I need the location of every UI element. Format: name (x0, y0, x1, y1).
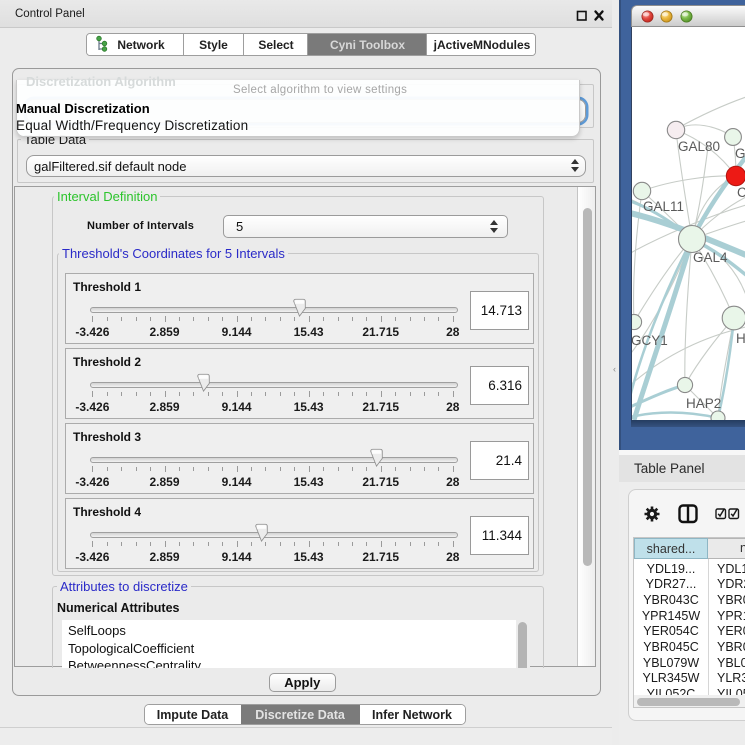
svg-text:C: C (737, 185, 745, 200)
svg-text:GA: GA (735, 146, 745, 161)
svg-text:GAL80: GAL80 (678, 139, 720, 154)
svg-text:GAL4: GAL4 (693, 250, 728, 265)
svg-text:GAL11: GAL11 (643, 199, 684, 214)
svg-text:H: H (736, 331, 745, 346)
svg-text:HAP2: HAP2 (686, 396, 721, 411)
svg-text:GCY1: GCY1 (632, 333, 668, 348)
